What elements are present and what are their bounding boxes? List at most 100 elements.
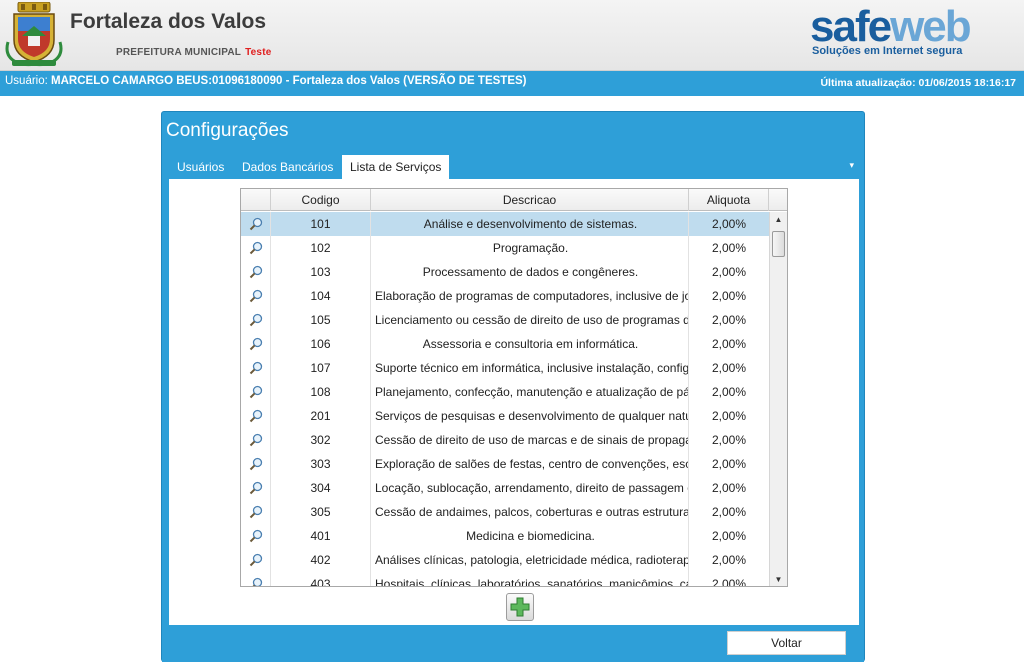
table-row[interactable]: 101 Análise e desenvolvimento de sistemas…: [241, 212, 769, 236]
cell-codigo: 105: [271, 308, 371, 332]
table-row[interactable]: 107 Suporte técnico em informática, inclu…: [241, 356, 769, 380]
cell-codigo: 402: [271, 548, 371, 572]
cell-descricao: Programação.: [371, 236, 689, 260]
row-view-cell[interactable]: [241, 356, 271, 380]
magnifier-icon[interactable]: [249, 409, 263, 423]
cell-codigo: 303: [271, 452, 371, 476]
row-view-cell[interactable]: [241, 500, 271, 524]
cell-aliquota: 2,00%: [711, 529, 747, 543]
row-view-cell[interactable]: [241, 476, 271, 500]
user-value: MARCELO CAMARGO BEUS:01096180090 - Forta…: [51, 75, 527, 87]
cell-codigo: 305: [271, 500, 371, 524]
row-view-cell[interactable]: [241, 236, 271, 260]
row-view-cell[interactable]: [241, 428, 271, 452]
cell-codigo: 201: [271, 404, 371, 428]
cell-descricao: Análises clínicas, patologia, eletricida…: [371, 548, 689, 572]
magnifier-icon[interactable]: [249, 217, 263, 231]
row-view-cell[interactable]: [241, 212, 271, 236]
magnifier-icon[interactable]: [249, 337, 263, 351]
row-view-cell[interactable]: [241, 404, 271, 428]
cell-aliquota: 2,00%: [711, 337, 747, 351]
magnifier-icon[interactable]: [249, 553, 263, 567]
row-view-cell[interactable]: [241, 452, 271, 476]
user-info: Usuário: MARCELO CAMARGO BEUS:0109618009…: [5, 75, 526, 87]
grid-header: Codigo Descricao Aliquota: [241, 189, 787, 211]
brand-tagline: Soluções em Internet segura: [812, 45, 963, 57]
cell-aliquota: 2,00%: [711, 265, 747, 279]
row-view-cell[interactable]: [241, 572, 271, 587]
magnifier-icon[interactable]: [249, 529, 263, 543]
table-row[interactable]: 401 Medicina e biomedicina. 2,00%: [241, 524, 769, 548]
cell-descricao: Locação, sublocação, arrendamento, direi…: [371, 476, 689, 500]
plus-icon: [510, 597, 530, 617]
cell-codigo: 102: [271, 236, 371, 260]
magnifier-icon[interactable]: [249, 457, 263, 471]
tab-usuarios[interactable]: Usuários: [169, 155, 232, 179]
row-view-cell[interactable]: [241, 548, 271, 572]
last-update: Última atualização: 01/06/2015 18:16:17: [820, 77, 1016, 89]
cell-descricao: Análise e desenvolvimento de sistemas.: [371, 212, 689, 236]
magnifier-icon[interactable]: [249, 505, 263, 519]
back-button[interactable]: Voltar: [727, 631, 846, 655]
table-row[interactable]: 402 Análises clínicas, patologia, eletric…: [241, 548, 769, 572]
row-view-cell[interactable]: [241, 332, 271, 356]
environment-label: Teste: [245, 47, 272, 58]
vertical-scrollbar[interactable]: ▲ ▼: [769, 212, 787, 586]
header-codigo[interactable]: Codigo: [271, 189, 371, 211]
magnifier-icon[interactable]: [249, 433, 263, 447]
magnifier-icon[interactable]: [249, 289, 263, 303]
cell-descricao: Assessoria e consultoria em informática.: [371, 332, 689, 356]
tab-lista-de-servicos[interactable]: Lista de Serviços: [342, 155, 450, 179]
cell-descricao: Suporte técnico em informática, inclusiv…: [371, 356, 689, 380]
table-row[interactable]: 403 Hospitais, clínicas, laboratórios, sa…: [241, 572, 769, 587]
scroll-down-arrow-icon[interactable]: ▼: [770, 572, 787, 586]
magnifier-icon[interactable]: [249, 313, 263, 327]
cell-codigo: 107: [271, 356, 371, 380]
row-view-cell[interactable]: [241, 260, 271, 284]
header-aliquota[interactable]: Aliquota: [689, 189, 769, 211]
table-row[interactable]: 104 Elaboração de programas de computador…: [241, 284, 769, 308]
row-view-cell[interactable]: [241, 308, 271, 332]
cell-aliquota: 2,00%: [711, 313, 747, 327]
magnifier-icon[interactable]: [249, 361, 263, 375]
cell-descricao: Medicina e biomedicina.: [371, 524, 689, 548]
cell-codigo: 304: [271, 476, 371, 500]
brand-name-part2: web: [890, 2, 972, 51]
row-view-cell[interactable]: [241, 380, 271, 404]
prefeitura-label: PREFEITURA MUNICIPAL: [116, 47, 242, 58]
cell-aliquota: 2,00%: [711, 217, 747, 231]
cell-descricao: Licenciamento ou cessão de direito de us…: [371, 308, 689, 332]
table-row[interactable]: 201 Serviços de pesquisas e desenvolvimen…: [241, 404, 769, 428]
table-row[interactable]: 105 Licenciamento ou cessão de direito de…: [241, 308, 769, 332]
services-grid: Codigo Descricao Aliquota 101 Análise e d…: [240, 188, 788, 587]
table-row[interactable]: 103 Processamento de dados e congêneres. 2…: [241, 260, 769, 284]
city-name: Fortaleza dos Valos: [70, 10, 267, 33]
magnifier-icon[interactable]: [249, 385, 263, 399]
scroll-thumb[interactable]: [772, 231, 785, 257]
magnifier-icon[interactable]: [249, 481, 263, 495]
table-row[interactable]: 305 Cessão de andaimes, palcos, cobertura…: [241, 500, 769, 524]
cell-descricao: Serviços de pesquisas e desenvolvimento …: [371, 404, 689, 428]
cell-codigo: 401: [271, 524, 371, 548]
add-service-button[interactable]: [506, 593, 534, 621]
table-row[interactable]: 304 Locação, sublocação, arrendamento, di…: [241, 476, 769, 500]
row-view-cell[interactable]: [241, 284, 271, 308]
tab-dados-bancarios[interactable]: Dados Bancários: [234, 155, 341, 179]
table-row[interactable]: 108 Planejamento, confecção, manutenção e…: [241, 380, 769, 404]
cell-aliquota: 2,00%: [711, 457, 747, 471]
magnifier-icon[interactable]: [249, 265, 263, 279]
user-label: Usuário:: [5, 75, 48, 87]
table-row[interactable]: 302 Cessão de direito de uso de marcas e …: [241, 428, 769, 452]
magnifier-icon[interactable]: [249, 241, 263, 255]
tab-menu-chevron-icon[interactable]: ▾: [849, 160, 854, 171]
table-row[interactable]: 102 Programação. 2,00%: [241, 236, 769, 260]
row-view-cell[interactable]: [241, 524, 271, 548]
cell-codigo: 302: [271, 428, 371, 452]
magnifier-icon[interactable]: [249, 577, 263, 587]
header-descricao[interactable]: Descricao: [371, 189, 689, 211]
scroll-up-arrow-icon[interactable]: ▲: [770, 212, 787, 228]
config-panel: Configurações Usuários Dados Bancários L…: [161, 111, 865, 662]
table-row[interactable]: 106 Assessoria e consultoria em informáti…: [241, 332, 769, 356]
brand-logo: safeweb Soluções em Internet segura: [810, 2, 1020, 62]
table-row[interactable]: 303 Exploração de salões de festas, centr…: [241, 452, 769, 476]
